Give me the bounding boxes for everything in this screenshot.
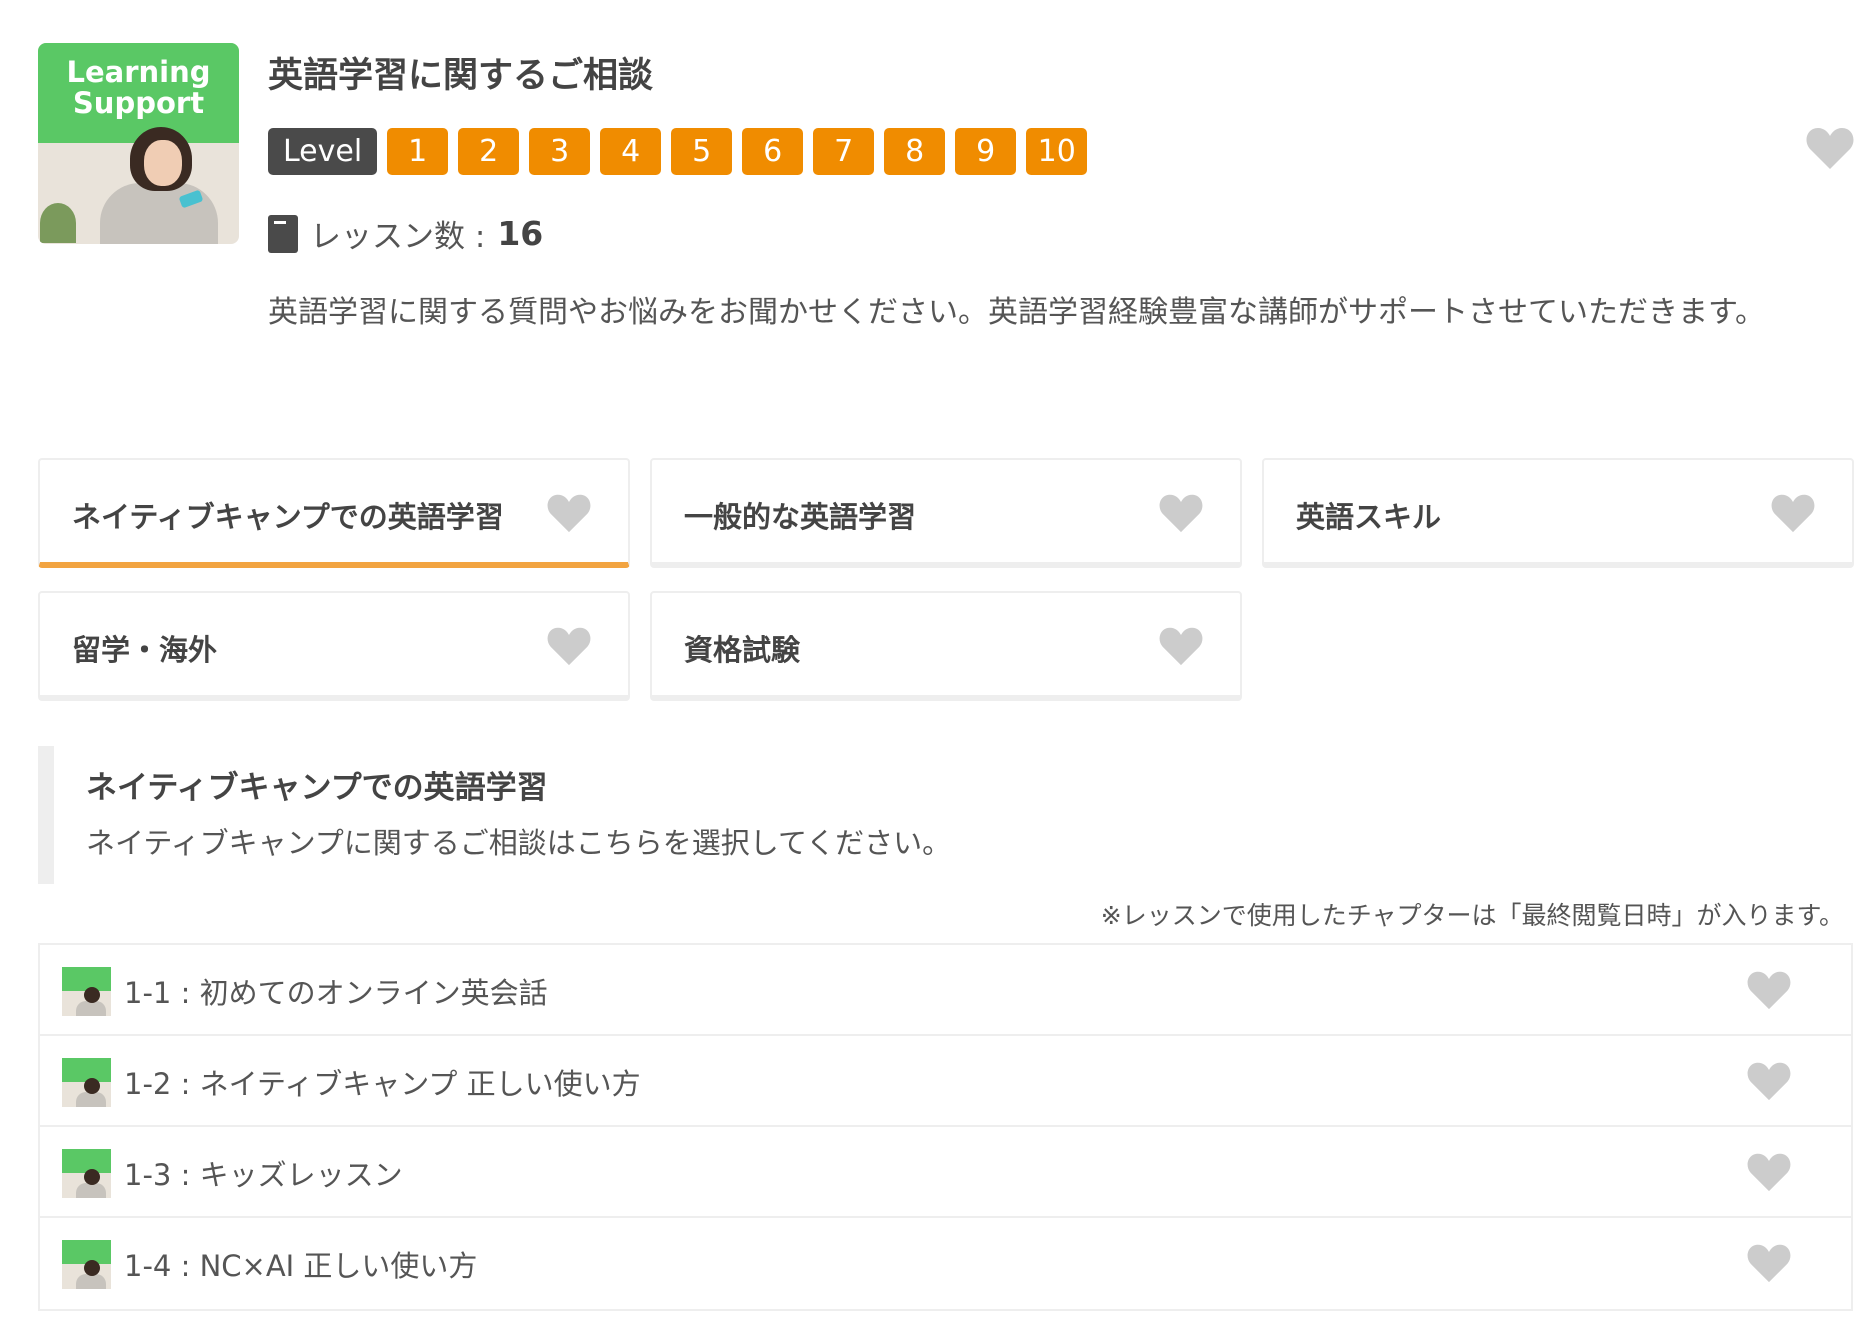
chapter-title: 1-1 : 初めてのオンライン英会話 [124,976,548,1010]
chapter-thumbnail [62,1058,111,1107]
level-badge-3: 3 [529,128,591,175]
section-title: ネイティブキャンプでの英語学習 [86,770,548,806]
chapter-note: ※レッスンで使用したチャプターは「最終閲覧日時」が入ります。 [1100,901,1844,930]
chapter-thumbnail [62,967,111,1016]
section-header: ネイティブキャンプでの英語学習 ネイティブキャンプに関するご相談はこちらを選択し… [38,746,1853,884]
chapter-list: 1-1 : 初めてのオンライン英会話 1-2 : ネイティブキャンプ 正しい使い… [38,943,1853,1311]
category-tab-study-abroad[interactable]: 留学・海外 [38,591,630,701]
heart-icon[interactable] [1805,125,1855,171]
heart-icon[interactable] [545,625,593,667]
level-badge-9: 9 [955,128,1017,175]
list-item[interactable]: 1-3 : キッズレッスン [40,1127,1851,1218]
list-item[interactable]: 1-1 : 初めてのオンライン英会話 [40,945,1851,1036]
category-tab-label: 留学・海外 [72,633,218,667]
category-tab-native-camp[interactable]: ネイティブキャンプでの英語学習 [38,458,630,568]
level-badge-2: 2 [458,128,520,175]
thumbnail-logo-text: Learning Support [66,55,211,120]
level-badge-6: 6 [742,128,804,175]
category-tab-label: ネイティブキャンプでの英語学習 [72,500,504,534]
course-description: 英語学習に関する質問やお悩みをお聞かせください。英語学習経験豊富な講師がサポート… [268,295,1765,330]
chapter-title: 1-4 : NC×AI 正しい使い方 [124,1249,478,1283]
heart-icon[interactable] [1746,1060,1792,1102]
heart-icon[interactable] [1746,1151,1792,1193]
chapter-thumbnail [62,1149,111,1198]
lesson-count-label: レッスン数 : [310,219,486,255]
heart-icon[interactable] [545,492,593,534]
course-thumbnail: Learning Support [38,43,239,244]
category-tab-qualifications[interactable]: 資格試験 [650,591,1242,701]
heart-icon[interactable] [1157,492,1205,534]
lesson-count: レッスン数 : 16 [268,211,543,256]
category-tab-skills[interactable]: 英語スキル [1262,458,1854,568]
level-badge-7: 7 [813,128,875,175]
book-icon [268,214,298,253]
level-badge-8: 8 [884,128,946,175]
chapter-title: 1-2 : ネイティブキャンプ 正しい使い方 [124,1067,641,1101]
level-badge-10: 10 [1026,128,1088,175]
heart-icon[interactable] [1157,625,1205,667]
chapter-thumbnail [62,1240,111,1289]
course-header: Learning Support 英語学習に関するご相談 Level 1 2 3… [38,43,1854,383]
chapter-title: 1-3 : キッズレッスン [124,1158,403,1192]
heart-icon[interactable] [1746,969,1792,1011]
list-item[interactable]: 1-2 : ネイティブキャンプ 正しい使い方 [40,1036,1851,1127]
category-tab-label: 英語スキル [1296,500,1442,534]
category-tab-label: 一般的な英語学習 [684,500,917,534]
level-badge-5: 5 [671,128,733,175]
level-badge-4: 4 [600,128,662,175]
heart-icon[interactable] [1746,1242,1792,1284]
course-title: 英語学習に関するご相談 [268,56,654,96]
category-tab-general[interactable]: 一般的な英語学習 [650,458,1242,568]
level-label: Level [268,128,378,175]
level-badge-1: 1 [387,128,449,175]
section-description: ネイティブキャンプに関するご相談はこちらを選択してください。 [86,826,952,860]
category-tab-label: 資格試験 [684,633,801,667]
lesson-count-value: 16 [497,214,544,253]
list-item[interactable]: 1-4 : NC×AI 正しい使い方 [40,1218,1851,1309]
heart-icon[interactable] [1769,492,1817,534]
level-badges: Level 1 2 3 4 5 6 7 8 9 10 [268,128,1088,175]
